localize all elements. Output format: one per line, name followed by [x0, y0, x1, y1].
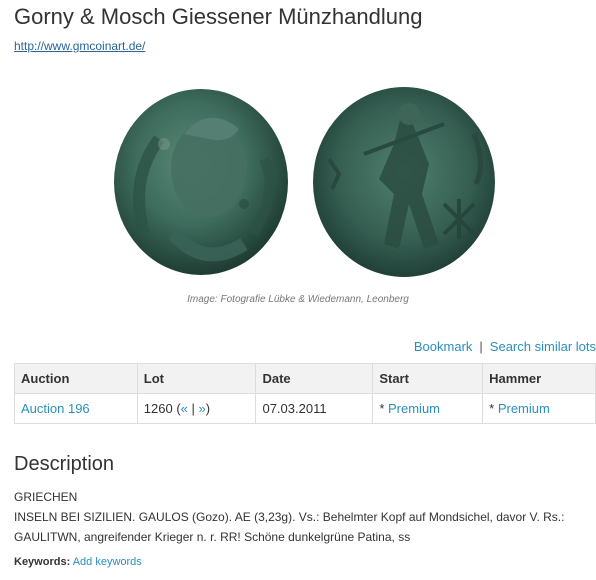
next-lot-link[interactable]: » [199, 401, 206, 416]
col-header-hammer: Hammer [482, 363, 596, 394]
auction-link[interactable]: Auction 196 [21, 401, 90, 416]
add-keywords-link[interactable]: Add keywords [73, 556, 142, 568]
previous-lot-link[interactable]: « [181, 401, 188, 416]
col-header-auction: Auction [14, 363, 138, 394]
description-text: GRIECHEN INSELN BEI SIZILIEN. GAULOS (Go… [14, 487, 596, 547]
coin-image[interactable] [104, 84, 506, 280]
lot-nav-separator: | [191, 401, 195, 416]
cell-lot: 1260 (« | ») [136, 393, 257, 424]
keywords: Keywords: Add keywords [14, 556, 142, 568]
start-premium-link[interactable]: Premium [388, 401, 440, 416]
keywords-label: Keywords: [14, 556, 71, 568]
lot-nav-close: ) [205, 401, 211, 416]
table-row: Auction 196 1260 (« | ») 07.03.2011 * Pr… [14, 393, 596, 424]
bookmark-link[interactable]: Bookmark [414, 339, 473, 354]
cell-date: 07.03.2011 [255, 393, 374, 424]
start-prefix: * [379, 401, 385, 416]
col-header-date: Date [255, 363, 374, 394]
search-similar-link[interactable]: Search similar lots [490, 339, 596, 354]
description-heading: Description [14, 453, 115, 475]
lot-actions: Bookmark | Search similar lots [414, 339, 596, 354]
hammer-premium-link[interactable]: Premium [498, 401, 550, 416]
col-header-start: Start [372, 363, 484, 394]
table-header-row: Auction Lot Date Start Hammer [14, 363, 596, 394]
col-header-lot: Lot [136, 363, 257, 394]
description-line-1: GRIECHEN [14, 490, 78, 504]
lot-table: Auction Lot Date Start Hammer Auction 19… [14, 363, 596, 424]
page-title: Gorny & Mosch Giessener Münzhandlung [14, 4, 423, 29]
cell-auction: Auction 196 [14, 393, 138, 424]
actions-separator: | [479, 339, 483, 354]
coin-obverse [114, 89, 288, 275]
cell-hammer: * Premium [482, 393, 596, 424]
coin-reverse [313, 87, 495, 277]
description-line-2: INSELN BEI SIZILIEN. GAULOS (Gozo). AE (… [14, 510, 565, 544]
hammer-prefix: * [489, 401, 495, 416]
website-link[interactable]: http://www.gmcoinart.de/ [14, 39, 145, 53]
coin-photo [114, 87, 495, 277]
lot-number: 1260 [143, 401, 173, 416]
cell-start: * Premium [372, 393, 484, 424]
image-caption: Image: Fotografie Lübke & Wiedemann, Leo… [187, 294, 409, 305]
